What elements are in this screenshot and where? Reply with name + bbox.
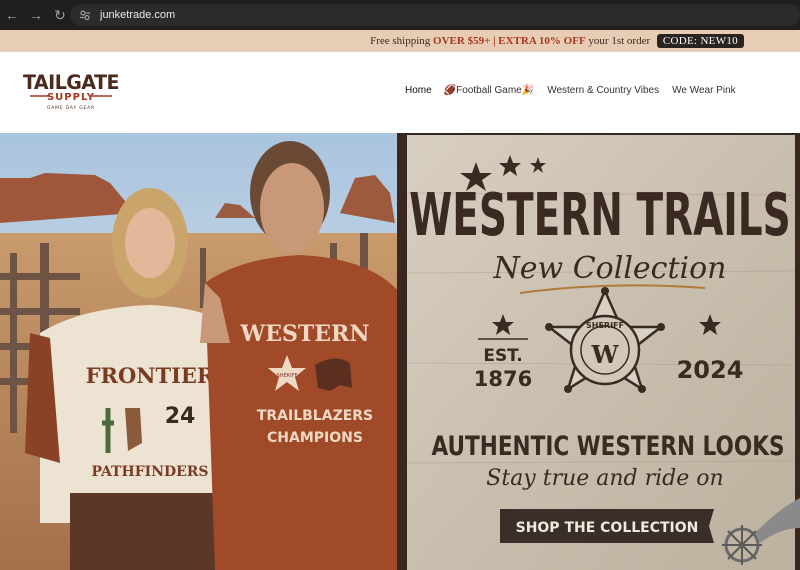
nav-item-football-game[interactable]: 🏈Football Game🎉 bbox=[444, 85, 535, 96]
svg-text:SUPPLY: SUPPLY bbox=[47, 92, 95, 103]
hero-headline: AUTHENTIC WESTERN LOOKS bbox=[431, 431, 784, 462]
hero-image: FRONTIER 24 PATHFINDERS WESTERN SHERIFF … bbox=[0, 133, 800, 570]
hero-tagline: Stay true and ride on bbox=[486, 466, 723, 491]
woman-shirt-line2: PATHFINDERS bbox=[91, 464, 208, 480]
est-year: 1876 bbox=[474, 367, 532, 391]
url-text: junketrade.com bbox=[100, 9, 176, 21]
announcement-bar: Free shipping OVER $59+ | EXTRA 10% OFF … bbox=[0, 30, 800, 52]
site-settings-icon[interactable] bbox=[78, 8, 92, 22]
man-shirt-line3: CHAMPIONS bbox=[267, 430, 363, 446]
year-right: 2024 bbox=[677, 356, 744, 384]
browser-toolbar: ← → ↻ junketrade.com bbox=[0, 0, 800, 30]
hero-banner[interactable]: FRONTIER 24 PATHFINDERS WESTERN SHERIFF … bbox=[0, 133, 800, 570]
est-label: EST. bbox=[483, 346, 522, 366]
promo-code-badge: CODE: NEW10 bbox=[656, 34, 744, 48]
announcement-middle: your 1st order bbox=[585, 35, 653, 47]
sign-subtitle: New Collection bbox=[492, 251, 726, 286]
badge-letter: W bbox=[591, 340, 620, 369]
reload-icon[interactable]: ↻ bbox=[48, 0, 72, 30]
shop-collection-button[interactable]: SHOP THE COLLECTION bbox=[500, 509, 714, 543]
sign-title: WESTERN TRAILS bbox=[409, 181, 790, 249]
back-icon[interactable]: ← bbox=[0, 0, 24, 30]
announcement-highlight: OVER $59+ | EXTRA 10% OFF bbox=[433, 35, 586, 47]
nav-item-we-wear-pink[interactable]: We Wear Pink bbox=[672, 85, 736, 96]
site-header: TAILGATE SUPPLY GAME DAY GEAR Home 🏈Foot… bbox=[0, 52, 800, 133]
site-logo[interactable]: TAILGATE SUPPLY GAME DAY GEAR bbox=[22, 69, 120, 113]
man-shirt-line2: TRAILBLAZERS bbox=[257, 408, 373, 424]
main-nav: Home 🏈Football Game🎉 Western & Country V… bbox=[405, 85, 736, 96]
address-bar[interactable]: junketrade.com bbox=[70, 4, 800, 26]
nav-item-western-country[interactable]: Western & Country Vibes bbox=[547, 85, 659, 96]
woman-shirt-number: 24 bbox=[165, 404, 196, 429]
forward-icon[interactable]: → bbox=[24, 0, 48, 30]
svg-text:TAILGATE: TAILGATE bbox=[23, 71, 119, 95]
badge-word: SHERIFF bbox=[586, 321, 624, 330]
announcement-prefix: Free shipping bbox=[370, 35, 434, 47]
announcement-message: Free shipping OVER $59+ | EXTRA 10% OFF … bbox=[370, 34, 744, 48]
cta-label: SHOP THE COLLECTION bbox=[516, 520, 699, 536]
woman-shirt-line1: FRONTIER bbox=[86, 363, 215, 388]
man-shirt-badge: SHERIFF bbox=[277, 373, 298, 379]
nav-item-home[interactable]: Home bbox=[405, 85, 432, 96]
svg-text:GAME DAY GEAR: GAME DAY GEAR bbox=[47, 105, 95, 111]
man-shirt-line1: WESTERN bbox=[240, 321, 370, 347]
